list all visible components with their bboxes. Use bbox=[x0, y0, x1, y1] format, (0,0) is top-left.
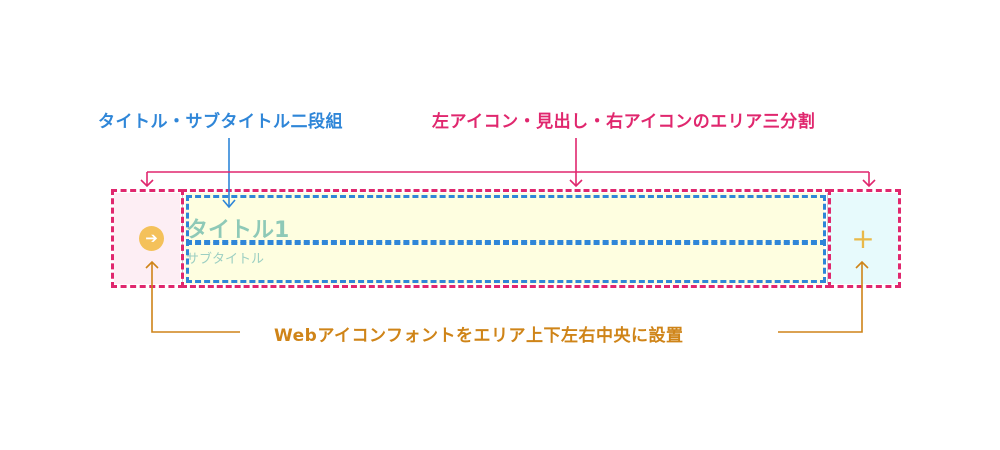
pink-bracket-arrows bbox=[140, 138, 876, 188]
annotation-webfont-icon-centered: Webアイコンフォントをエリア上下左右中央に設置 bbox=[268, 321, 690, 346]
annotation-connectors bbox=[140, 138, 876, 333]
